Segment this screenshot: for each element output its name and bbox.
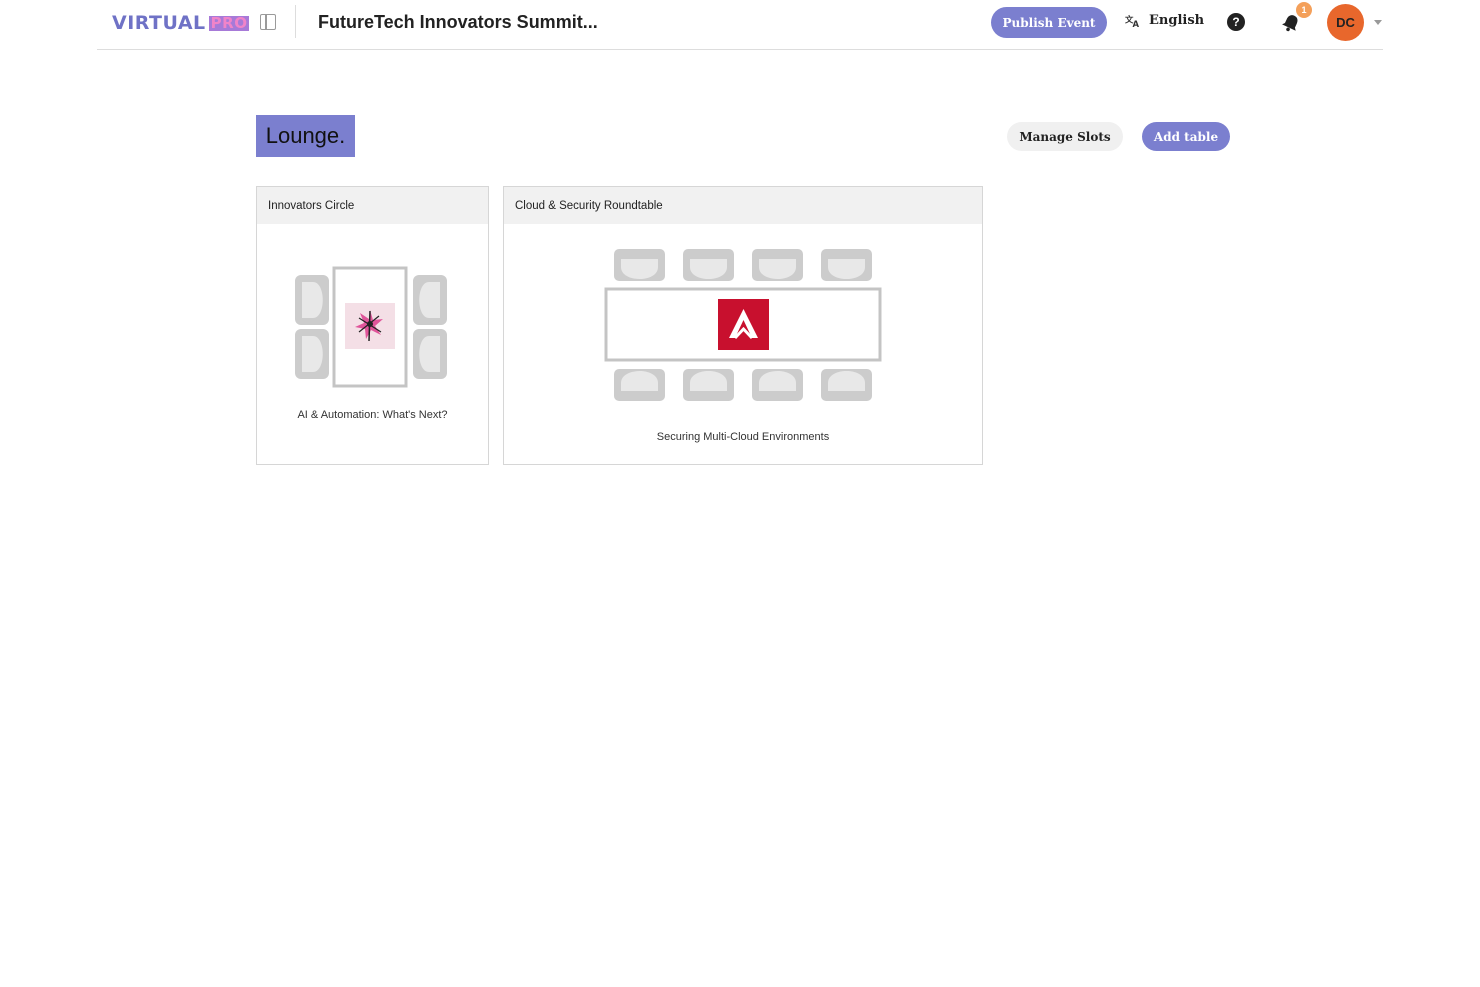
table-card-name: Cloud & Security Roundtable [504, 187, 982, 224]
help-icon[interactable]: ? [1227, 13, 1245, 31]
table-layout-8-seats [604, 249, 882, 401]
logo-pro-text: PRO [208, 13, 250, 32]
add-table-button[interactable]: Add table [1142, 122, 1230, 151]
publish-event-button[interactable]: Publish Event [991, 7, 1107, 38]
table-topic: AI & Automation: What's Next? [297, 409, 448, 421]
notification-badge: 1 [1296, 2, 1312, 18]
chevron-down-icon[interactable] [1374, 20, 1382, 25]
translate-icon: 文 A [1125, 14, 1140, 28]
page-title: Lounge. [256, 115, 355, 157]
header-divider [295, 5, 296, 38]
virtual-pro-logo[interactable]: VIRTUAL PRO [112, 12, 250, 34]
user-avatar[interactable]: DC [1327, 4, 1364, 41]
floral-logo-icon [345, 303, 395, 349]
table-card-name: Innovators Circle [257, 187, 488, 224]
manage-slots-button[interactable]: Manage Slots [1007, 122, 1123, 151]
sidebar-toggle-icon[interactable] [260, 14, 276, 30]
table-card-innovators-circle[interactable]: Innovators Circle AI & Automation: What'… [256, 186, 489, 465]
table-card-cloud-security-roundtable[interactable]: Cloud & Security Roundtable Securing Mul… [503, 186, 983, 465]
chair-icon [614, 249, 872, 281]
svg-text:A: A [1133, 19, 1140, 28]
table-layout-6-seats [295, 266, 447, 388]
language-selector[interactable]: 文 A English [1125, 13, 1204, 28]
top-navigation-bar: VIRTUAL PRO FutureTech Innovators Summit… [97, 0, 1383, 50]
event-title: FutureTech Innovators Summit... [318, 12, 598, 32]
language-label: English [1149, 13, 1205, 28]
table-topic: Securing Multi-Cloud Environments [656, 431, 830, 443]
logo-virtual-text: VIRTUAL [112, 12, 206, 34]
red-a-logo-icon [718, 299, 769, 350]
